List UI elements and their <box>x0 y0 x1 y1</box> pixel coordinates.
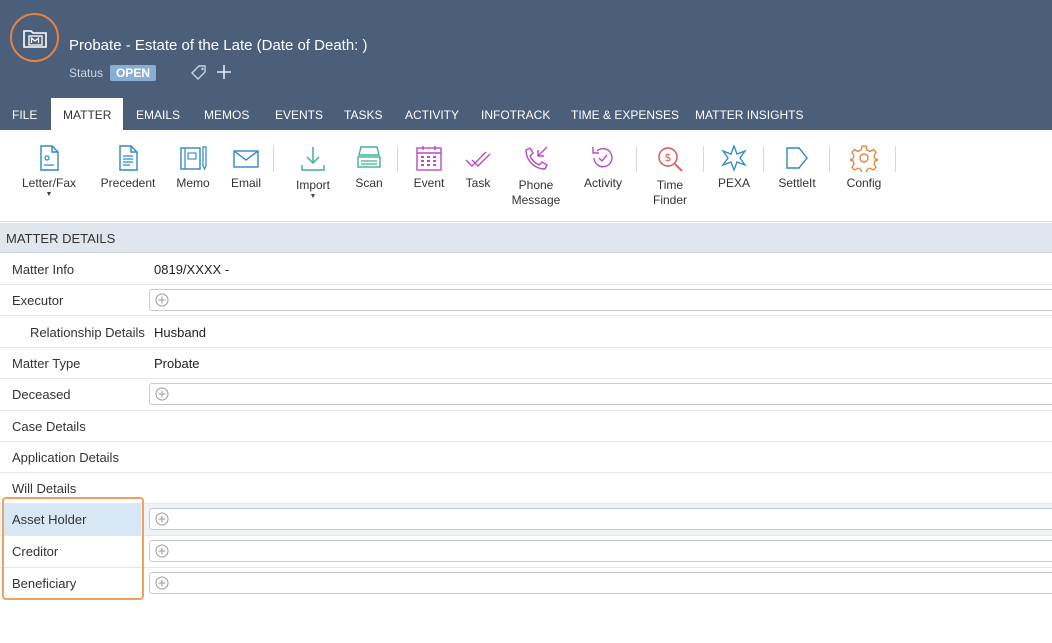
precedent-icon <box>119 145 138 171</box>
matter-type-value[interactable]: Probate <box>154 356 200 371</box>
row-relationship-details: Relationship Details Husband <box>0 316 1052 348</box>
tab-time-expenses[interactable]: TIME & EXPENSES <box>571 98 679 130</box>
row-deceased: Deceased <box>0 379 1052 411</box>
add-circle-icon[interactable] <box>155 544 169 558</box>
status-badge[interactable]: OPEN <box>110 65 157 81</box>
memo-button[interactable]: Memo <box>173 144 213 191</box>
asset-holder-label: Asset Holder <box>12 512 87 527</box>
svg-text:$: $ <box>665 151 672 164</box>
section-title: MATTER DETAILS <box>6 231 116 246</box>
phone-message-button[interactable]: Phone Message <box>508 144 564 208</box>
row-asset-holder: Asset Holder <box>0 504 1052 536</box>
deceased-field[interactable] <box>149 383 1052 405</box>
task-button[interactable]: Task <box>461 144 495 191</box>
precedent-button[interactable]: Precedent <box>100 144 156 191</box>
executor-field[interactable] <box>149 289 1052 311</box>
add-circle-icon[interactable] <box>155 387 169 401</box>
tag-icon[interactable] <box>190 64 208 82</box>
phone-icon <box>525 146 548 170</box>
tab-events[interactable]: EVENTS <box>275 98 323 130</box>
add-circle-icon[interactable] <box>155 576 169 590</box>
letter-icon <box>40 145 59 171</box>
ribbon-separator <box>703 146 704 172</box>
beneficiary-label: Beneficiary <box>12 576 77 591</box>
executor-label: Executor <box>12 293 64 308</box>
beneficiary-field[interactable] <box>149 572 1052 594</box>
row-executor: Executor <box>0 285 1052 316</box>
matter-details-header[interactable]: MATTER DETAILS <box>0 223 1052 253</box>
pexa-icon <box>721 144 747 172</box>
creditor-label: Creditor <box>12 544 59 559</box>
add-tag-icon[interactable] <box>215 63 233 81</box>
tab-matter-insights[interactable]: MATTER INSIGHTS <box>695 98 803 130</box>
ribbon-separator <box>895 146 896 172</box>
tab-file[interactable]: FILE <box>12 98 37 130</box>
matter-logo[interactable] <box>10 13 59 62</box>
row-matter-info: Matter Info 0819/XXXX - <box>0 254 1052 285</box>
row-beneficiary: Beneficiary <box>0 568 1052 600</box>
row-will-details[interactable]: Will Details <box>0 473 1052 504</box>
import-download-icon <box>301 147 325 171</box>
ribbon-separator <box>763 146 764 172</box>
time-finder-button[interactable]: $ Time Finder <box>648 144 692 208</box>
chevron-down-icon: ▼ <box>309 193 317 200</box>
scanner-icon <box>357 146 381 168</box>
case-details-label: Case Details <box>12 419 86 434</box>
import-button[interactable]: Import ▼ <box>290 144 336 201</box>
matter-folder-icon <box>23 30 47 48</box>
add-circle-icon[interactable] <box>155 293 169 307</box>
email-icon <box>233 150 259 168</box>
relationship-value[interactable]: Husband <box>154 325 206 340</box>
tab-infotrack[interactable]: INFOTRACK <box>481 98 550 130</box>
chevron-down-icon: ▼ <box>45 191 53 198</box>
tab-tasks[interactable]: TASKS <box>344 98 382 130</box>
settleit-arrow-icon <box>786 147 808 169</box>
activity-button[interactable]: Activity <box>580 144 626 191</box>
add-circle-icon[interactable] <box>155 512 169 526</box>
event-button[interactable]: Event <box>410 144 448 191</box>
ribbon-separator <box>273 146 274 172</box>
asset-holder-field[interactable] <box>149 508 1052 530</box>
time-finder-icon: $ <box>658 147 683 172</box>
will-details-label: Will Details <box>12 481 77 496</box>
ribbon-separator <box>397 146 398 172</box>
calendar-icon <box>416 146 442 171</box>
row-case-details[interactable]: Case Details <box>0 411 1052 442</box>
row-application-details[interactable]: Application Details <box>0 442 1052 473</box>
task-check-icon <box>465 151 491 167</box>
matter-header: Probate - Estate of the Late (Date of De… <box>0 0 1052 98</box>
email-button[interactable]: Email <box>228 144 264 191</box>
ribbon-toolbar: Letter/Fax ▼ Precedent Memo Email Import… <box>0 130 1052 222</box>
matter-type-label: Matter Type <box>12 356 81 371</box>
deceased-label: Deceased <box>12 387 71 402</box>
tab-bar: FILE MATTER EMAILS MEMOS EVENTS TASKS AC… <box>0 98 1052 130</box>
tab-memos[interactable]: MEMOS <box>204 98 249 130</box>
gear-icon <box>850 145 878 172</box>
tab-matter[interactable]: MATTER <box>51 98 124 130</box>
config-button[interactable]: Config <box>843 144 885 191</box>
matter-info-label: Matter Info <box>12 262 75 277</box>
memo-icon <box>180 146 207 171</box>
activity-refresh-icon <box>592 147 613 168</box>
row-creditor: Creditor <box>0 536 1052 568</box>
pexa-button[interactable]: PEXA <box>715 144 753 191</box>
status-label: Status <box>69 66 104 80</box>
settleit-button[interactable]: SettleIt <box>775 144 819 191</box>
application-details-label: Application Details <box>12 450 119 465</box>
row-matter-type: Matter Type Probate <box>0 348 1052 379</box>
letter-fax-button[interactable]: Letter/Fax ▼ <box>20 144 78 199</box>
ribbon-separator <box>829 146 830 172</box>
matter-info-value[interactable]: 0819/XXXX - <box>154 262 229 277</box>
page-title: Probate - Estate of the Late (Date of De… <box>69 37 368 54</box>
scan-button[interactable]: Scan <box>350 144 388 191</box>
creditor-field[interactable] <box>149 540 1052 562</box>
tab-activity[interactable]: ACTIVITY <box>405 98 459 130</box>
relationship-label: Relationship Details <box>30 325 145 340</box>
tab-emails[interactable]: EMAILS <box>136 98 180 130</box>
ribbon-separator <box>636 146 637 172</box>
